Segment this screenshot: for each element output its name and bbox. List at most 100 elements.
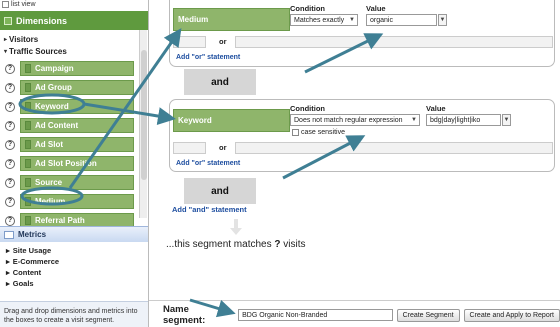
dimension-row-ad-group: ? Ad Group [0,78,140,97]
dimension-ad-slot-position[interactable]: Ad Slot Position [20,156,134,171]
condition-1-select[interactable]: Matches exactly ▼ [290,14,358,26]
add-and-link[interactable]: Add "and" statement [172,205,247,214]
name-segment-row: Name segment: BDG Organic Non-Branded Cr… [163,304,560,326]
drag-handle-icon [25,159,31,168]
chevron-down-icon: ▼ [349,17,355,23]
list-view-checkbox[interactable] [2,1,9,8]
collapsed-arrow-icon: ▸ [6,246,10,255]
or-drop-box-right[interactable] [235,36,553,48]
drag-handle-icon [25,216,31,225]
value-dropdown-button[interactable]: ▼ [502,114,511,126]
create-and-apply-button[interactable]: Create and Apply to Report [463,308,560,322]
condition-1-value-input[interactable]: organic [366,14,437,26]
or-drop-box-left [173,36,206,48]
help-icon[interactable]: ? [5,158,15,169]
condition-1-dimension[interactable]: Medium [173,8,290,31]
drag-handle-icon [25,64,31,73]
or-label: or [219,143,227,152]
condition-label: Condition [290,4,325,13]
metrics-item-label: Goals [12,279,34,288]
condition-2-dimension[interactable]: Keyword [173,109,290,132]
segment-name-input[interactable]: BDG Organic Non-Branded [238,309,393,321]
dimension-source[interactable]: Source [20,175,134,190]
dimensions-header[interactable]: Dimensions [0,11,148,30]
metrics-item-ecommerce[interactable]: ▸ E-Commerce [0,256,148,267]
metrics-item-goals[interactable]: ▸ Goals [0,278,148,289]
match-prefix: ...this segment matches [166,239,272,250]
help-icon[interactable]: ? [5,63,15,74]
dimension-tree: ▸ Visitors ▾ Traffic Sources [0,33,148,57]
metrics-title: Metrics [18,230,47,239]
case-sensitive-checkbox[interactable] [292,129,299,136]
drag-handle-icon [25,83,31,92]
match-suffix: visits [283,239,306,250]
dimensions-icon [4,16,12,25]
drag-handle-icon [25,178,31,187]
add-or-link-1[interactable]: Add "or" statement [176,54,240,61]
dimension-label: Campaign [35,64,74,73]
drag-handle-icon [25,121,31,130]
metrics-item-site-usage[interactable]: ▸ Site Usage [0,245,148,256]
dimension-label: Referral Path [35,216,85,225]
dimension-row-medium: ? Medium [0,192,140,211]
tree-item-traffic-sources[interactable]: ▾ Traffic Sources [0,45,148,57]
dimension-ad-group[interactable]: Ad Group [20,80,134,95]
dimension-campaign[interactable]: Campaign [20,61,134,76]
dimension-row-source: ? Source [0,173,140,192]
list-view-toggle[interactable]: list view [2,0,36,9]
help-icon[interactable]: ? [5,196,15,207]
dimensions-panel: list view Dimensions ▸ Visitors ▾ Traffi… [0,0,148,327]
dimension-label: Source [35,178,63,187]
condition-2-select-value: Does not match regular expression [294,116,403,124]
create-segment-button[interactable]: Create Segment [396,308,460,322]
case-sensitive-label: case sensitive [301,129,345,136]
metrics-item-label: E-Commerce [12,257,60,266]
list-view-label: list view [11,1,36,8]
and-separator-2: and [184,178,256,204]
condition-1-select-value: Matches exactly [294,16,345,24]
dimension-keyword[interactable]: Keyword [20,99,134,114]
help-icon[interactable]: ? [5,139,15,150]
panel-divider [148,0,149,327]
condition-label: Condition [290,104,325,113]
metrics-item-content[interactable]: ▸ Content [0,267,148,278]
dimension-row-keyword: ? Keyword [0,97,140,116]
help-icon[interactable]: ? [5,120,15,131]
or-row-1: or [173,36,553,48]
dimension-label: Ad Slot Position [35,159,97,168]
dimension-row-campaign: ? Campaign [0,59,140,78]
metrics-item-label: Content [12,268,42,277]
dimension-scrollbar[interactable] [139,30,147,218]
dimension-label: Ad Slot [35,140,63,149]
chevron-down-icon: ▼ [411,117,417,123]
help-icon[interactable]: ? [5,101,15,112]
or-row-2: or [173,142,553,154]
drag-handle-icon [25,197,31,206]
condition-block-1: Medium Condition Value Matches exactly ▼… [169,0,555,67]
dimension-medium[interactable]: Medium [20,194,134,209]
help-icon[interactable]: ? [5,82,15,93]
drag-drop-help-text: Drag and drop dimensions and metrics int… [0,301,148,327]
dimension-row-ad-slot: ? Ad Slot [0,135,140,154]
value-label: Value [426,104,446,113]
condition-2-select[interactable]: Does not match regular expression ▼ [290,114,420,126]
metrics-item-label: Site Usage [12,246,52,255]
dimension-label: Keyword [35,102,69,111]
help-icon[interactable]: ? [5,215,15,226]
dimension-ad-content[interactable]: Ad Content [20,118,134,133]
dimension-label: Ad Group [35,83,72,92]
scrollbar-thumb[interactable] [141,50,147,180]
metrics-header[interactable]: Metrics [0,226,148,242]
collapsed-arrow-icon: ▸ [4,36,8,43]
or-drop-box-right[interactable] [235,142,553,154]
drag-handle-icon [25,140,31,149]
dimension-ad-slot[interactable]: Ad Slot [20,137,134,152]
case-sensitive-option[interactable]: case sensitive [292,129,345,136]
value-dropdown-button[interactable]: ▼ [438,14,447,26]
condition-2-value-input[interactable]: bdg|day|light|iko [426,114,501,126]
metrics-chart-icon [4,230,14,239]
help-icon[interactable]: ? [5,177,15,188]
tree-item-visitors[interactable]: ▸ Visitors [0,33,148,45]
add-or-link-2[interactable]: Add "or" statement [176,160,240,167]
dimension-list: ? Campaign ? Ad Group ? Keyword ? Ad Con… [0,59,140,230]
